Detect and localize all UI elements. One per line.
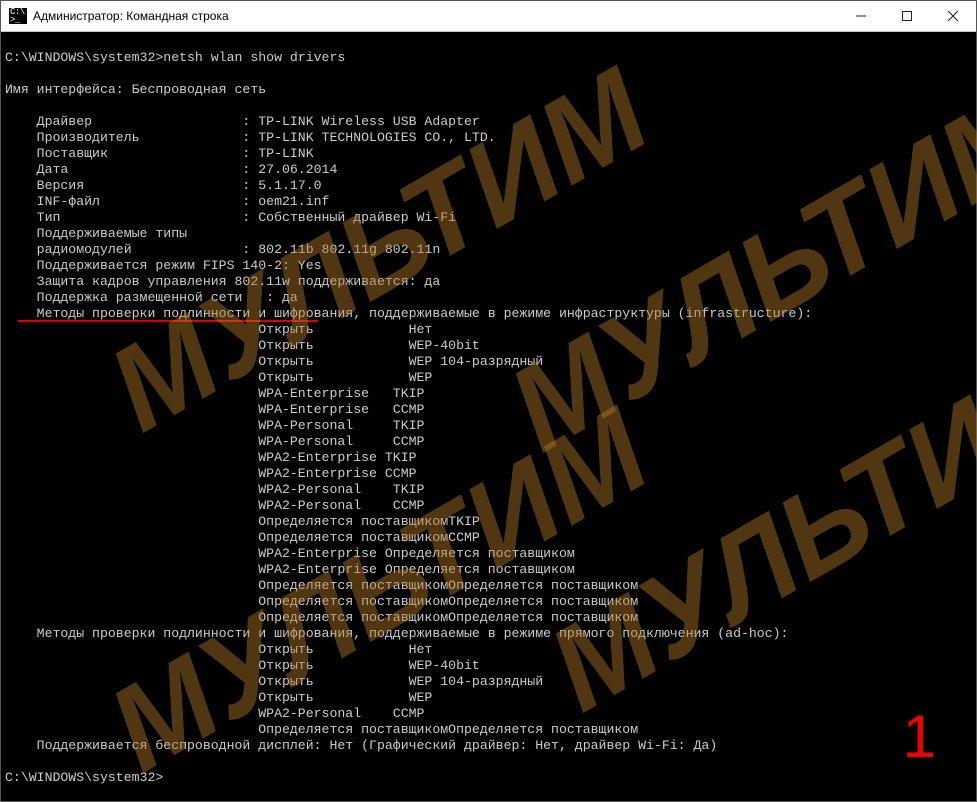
infra-cipher: Определяется поставщикомCCMP [5, 530, 480, 545]
titlebar[interactable]: C:\>_ Администратор: Командная строка [1, 1, 976, 32]
infra-cipher: WPA2-Enterprise Определяется поставщиком [5, 546, 575, 561]
adhoc-cipher: Определяется поставщикомОпределяется пос… [5, 722, 638, 737]
terminal-output[interactable]: C:\WINDOWS\system32>netsh wlan show driv… [1, 32, 976, 802]
infra-cipher: Открыть WEP 104-разрядный [5, 354, 543, 369]
supplier-line: Поставщик : TP-LINK [5, 146, 314, 161]
wireless-display-line: Поддерживается беспроводной дисплей: Нет… [5, 738, 717, 753]
infra-cipher: WPA-Personal TKIP [5, 418, 424, 433]
infra-cipher: Открыть WEP-40bit [5, 338, 480, 353]
radios-line2: радиомодулей : 802.11b 802.11g 802.11n [5, 242, 440, 257]
adhoc-cipher: Открыть WEP [5, 690, 432, 705]
auth-adhoc-header: Методы проверки подлинности и шифрования… [5, 626, 788, 641]
infra-cipher: WPA-Personal CCMP [5, 434, 424, 449]
infra-cipher: Определяется поставщикомОпределяется пос… [5, 610, 638, 625]
inf-line: INF-файл : oem21.inf [5, 194, 329, 209]
mfp-line: Защита кадров управления 802.11w поддерж… [5, 274, 440, 289]
radios-line1: Поддерживаемые типы [5, 226, 187, 241]
vendor-line: Производитель : TP-LINK TECHNOLOGIES CO.… [5, 130, 496, 145]
driver-line: Драйвер : TP-LINK Wireless USB Adapter [5, 114, 480, 129]
titlebar-left: C:\>_ Администратор: Командная строка [1, 8, 229, 24]
infra-cipher: WPA2-Personal TKIP [5, 482, 424, 497]
adhoc-cipher: Открыть Нет [5, 642, 432, 657]
infra-cipher: WPA2-Personal CCMP [5, 498, 424, 513]
infra-cipher: WPA-Enterprise TKIP [5, 386, 424, 401]
infra-cipher: Открыть WEP [5, 370, 432, 385]
adhoc-cipher: Открыть WEP 104-разрядный [5, 674, 543, 689]
version-line: Версия : 5.1.17.0 [5, 178, 322, 193]
adhoc-cipher: Открыть WEP-40bit [5, 658, 480, 673]
interface-name: Имя интерфейса: Беспроводная сеть [5, 82, 266, 97]
infra-cipher: Определяется поставщикомОпределяется пос… [5, 594, 638, 609]
close-button[interactable] [930, 1, 976, 31]
maximize-button[interactable] [884, 1, 930, 31]
type-line: Тип : Собственный драйвер Wi-Fi [5, 210, 456, 225]
cmd-window: C:\>_ Администратор: Командная строка C:… [0, 0, 977, 802]
fips-line: Поддерживается режим FIPS 140-2: Yes [5, 258, 322, 273]
infra-cipher: WPA-Enterprise CCMP [5, 402, 424, 417]
prompt-line-2: C:\WINDOWS\system32> [5, 770, 163, 785]
minimize-button[interactable] [838, 1, 884, 31]
cmd-icon: C:\>_ [9, 8, 27, 24]
infra-cipher: WPA2-Enterprise CCMP [5, 466, 417, 481]
infra-cipher: Определяется поставщикомОпределяется пос… [5, 578, 638, 593]
hosted-network-line: Поддержка размещенной сети : да [5, 290, 298, 305]
infra-cipher: WPA2-Enterprise Определяется поставщиком [5, 562, 575, 577]
window-controls [838, 1, 976, 31]
infra-cipher: WPA2-Enterprise TKIP [5, 450, 417, 465]
auth-infra-header: Методы проверки подлинности и шифрования… [5, 306, 812, 321]
infra-cipher: Открыть Нет [5, 322, 432, 337]
infra-cipher: Определяется поставщикомTKIP [5, 514, 480, 529]
date-line: Дата : 27.06.2014 [5, 162, 337, 177]
window-title: Администратор: Командная строка [33, 9, 229, 23]
prompt-line: C:\WINDOWS\system32>netsh wlan show driv… [5, 50, 345, 65]
adhoc-cipher: WPA2-Personal CCMP [5, 706, 424, 721]
